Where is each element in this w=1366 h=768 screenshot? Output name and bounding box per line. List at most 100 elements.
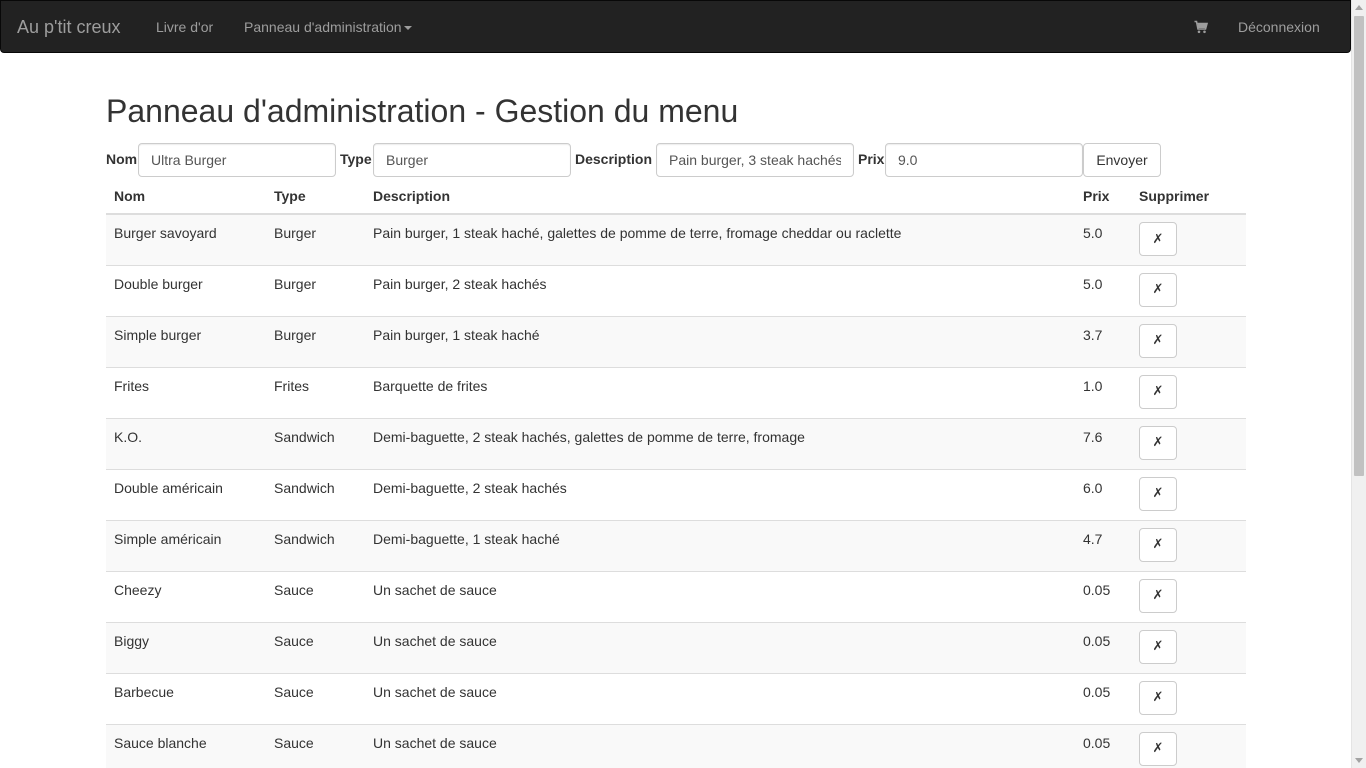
type-input[interactable] bbox=[373, 143, 571, 177]
description-input[interactable] bbox=[656, 143, 854, 177]
page-title: Panneau d'administration - Gestion du me… bbox=[106, 93, 739, 129]
cell-price: 3.7 bbox=[1075, 315, 1131, 367]
cell-name: Sauce blanche bbox=[106, 723, 266, 768]
header-delete: Supprimer bbox=[1131, 179, 1246, 215]
cell-description: Barquette de frites bbox=[365, 366, 1075, 418]
delete-button[interactable]: ✗ bbox=[1139, 578, 1177, 613]
cell-description: Un sachet de sauce bbox=[365, 570, 1075, 622]
cell-delete: ✗ bbox=[1131, 468, 1246, 520]
cell-delete: ✗ bbox=[1131, 315, 1246, 367]
caret-down-icon bbox=[403, 26, 412, 31]
header-description: Description bbox=[365, 179, 1075, 215]
send-button[interactable]: Envoyer bbox=[1083, 143, 1161, 177]
cell-delete: ✗ bbox=[1131, 366, 1246, 418]
table-row: K.O. Sandwich Demi-baguette, 2 steak hac… bbox=[106, 417, 1246, 469]
cell-delete: ✗ bbox=[1131, 723, 1246, 768]
cell-name: Simple américain bbox=[106, 519, 266, 571]
cell-name: Double burger bbox=[106, 264, 266, 316]
cell-price: 7.6 bbox=[1075, 417, 1131, 469]
cell-delete: ✗ bbox=[1131, 519, 1246, 571]
logout-link[interactable]: Déconnexion bbox=[1238, 1, 1320, 53]
cell-type: Burger bbox=[266, 315, 365, 367]
nav-guestbook-link[interactable]: Livre d'or bbox=[156, 1, 213, 53]
cell-delete: ✗ bbox=[1131, 417, 1246, 469]
cell-description: Demi-baguette, 1 steak haché bbox=[365, 519, 1075, 571]
table-header-row: Nom Type Description Prix Supprimer bbox=[106, 179, 1246, 215]
table-row: Biggy Sauce Un sachet de sauce 0.05 ✗ bbox=[106, 621, 1246, 673]
shopping-cart-icon[interactable] bbox=[1194, 20, 1209, 34]
cell-description: Pain burger, 2 steak hachés bbox=[365, 264, 1075, 316]
cell-name: Burger savoyard bbox=[106, 213, 266, 265]
menu-table: Nom Type Description Prix Supprimer Burg… bbox=[106, 179, 1246, 768]
type-label: Type bbox=[340, 151, 372, 167]
vertical-scrollbar[interactable] bbox=[1351, 0, 1366, 768]
description-label: Description bbox=[575, 151, 653, 167]
cell-type: Burger bbox=[266, 264, 365, 316]
cell-price: 0.05 bbox=[1075, 570, 1131, 622]
cell-delete: ✗ bbox=[1131, 264, 1246, 316]
scroll-up-arrow-icon[interactable] bbox=[1355, 5, 1363, 10]
cell-price: 0.05 bbox=[1075, 672, 1131, 724]
cell-name: Double américain bbox=[106, 468, 266, 520]
top-navbar: Au p'tit creux Livre d'or Panneau d'admi… bbox=[0, 0, 1351, 53]
price-label: Prix bbox=[858, 151, 885, 167]
table-row: Sauce blanche Sauce Un sachet de sauce 0… bbox=[106, 723, 1246, 768]
delete-button[interactable]: ✗ bbox=[1139, 527, 1177, 562]
cell-type: Frites bbox=[266, 366, 365, 418]
cell-type: Sauce bbox=[266, 672, 365, 724]
cell-type: Sauce bbox=[266, 723, 365, 768]
cell-name: Cheezy bbox=[106, 570, 266, 622]
cell-type: Sauce bbox=[266, 621, 365, 673]
cell-price: 1.0 bbox=[1075, 366, 1131, 418]
table-row: Burger savoyard Burger Pain burger, 1 st… bbox=[106, 213, 1246, 265]
delete-button[interactable]: ✗ bbox=[1139, 323, 1177, 358]
cell-delete: ✗ bbox=[1131, 570, 1246, 622]
cell-name: Frites bbox=[106, 366, 266, 418]
cell-name: K.O. bbox=[106, 417, 266, 469]
table-row: Double burger Burger Pain burger, 2 stea… bbox=[106, 264, 1246, 316]
cell-description: Pain burger, 1 steak haché, galettes de … bbox=[365, 213, 1075, 265]
cell-description: Pain burger, 1 steak haché bbox=[365, 315, 1075, 367]
table-row: Cheezy Sauce Un sachet de sauce 0.05 ✗ bbox=[106, 570, 1246, 622]
delete-button[interactable]: ✗ bbox=[1139, 425, 1177, 460]
brand-link[interactable]: Au p'tit creux bbox=[17, 1, 120, 53]
delete-button[interactable]: ✗ bbox=[1139, 272, 1177, 307]
cell-type: Burger bbox=[266, 213, 365, 265]
table-row: Barbecue Sauce Un sachet de sauce 0.05 ✗ bbox=[106, 672, 1246, 724]
cell-type: Sandwich bbox=[266, 468, 365, 520]
cell-price: 4.7 bbox=[1075, 519, 1131, 571]
cell-delete: ✗ bbox=[1131, 621, 1246, 673]
cell-price: 5.0 bbox=[1075, 264, 1131, 316]
delete-button[interactable]: ✗ bbox=[1139, 731, 1177, 766]
delete-button[interactable]: ✗ bbox=[1139, 476, 1177, 511]
cell-type: Sandwich bbox=[266, 519, 365, 571]
cell-type: Sandwich bbox=[266, 417, 365, 469]
cell-description: Un sachet de sauce bbox=[365, 723, 1075, 768]
cell-price: 0.05 bbox=[1075, 621, 1131, 673]
table-row: Simple burger Burger Pain burger, 1 stea… bbox=[106, 315, 1246, 367]
delete-button[interactable]: ✗ bbox=[1139, 629, 1177, 664]
cell-delete: ✗ bbox=[1131, 672, 1246, 724]
cell-name: Barbecue bbox=[106, 672, 266, 724]
scroll-thumb[interactable] bbox=[1354, 16, 1364, 476]
cell-price: 6.0 bbox=[1075, 468, 1131, 520]
nav-admin-dropdown[interactable]: Panneau d'administration bbox=[244, 1, 412, 53]
cell-description: Un sachet de sauce bbox=[365, 621, 1075, 673]
header-name: Nom bbox=[106, 179, 266, 215]
delete-button[interactable]: ✗ bbox=[1139, 222, 1177, 256]
cell-name: Simple burger bbox=[106, 315, 266, 367]
delete-button[interactable]: ✗ bbox=[1139, 374, 1177, 409]
name-input[interactable] bbox=[138, 143, 336, 177]
delete-button[interactable]: ✗ bbox=[1139, 680, 1177, 715]
price-input[interactable] bbox=[885, 143, 1083, 177]
name-label: Nom bbox=[106, 151, 138, 167]
header-price: Prix bbox=[1075, 179, 1131, 215]
cell-description: Demi-baguette, 2 steak hachés, galettes … bbox=[365, 417, 1075, 469]
cell-description: Demi-baguette, 2 steak hachés bbox=[365, 468, 1075, 520]
cell-price: 5.0 bbox=[1075, 213, 1131, 265]
cell-delete: ✗ bbox=[1131, 213, 1246, 265]
header-type: Type bbox=[266, 179, 365, 215]
scroll-down-arrow-icon[interactable] bbox=[1355, 758, 1363, 763]
table-row: Frites Frites Barquette de frites 1.0 ✗ bbox=[106, 366, 1246, 418]
table-row: Simple américain Sandwich Demi-baguette,… bbox=[106, 519, 1246, 571]
